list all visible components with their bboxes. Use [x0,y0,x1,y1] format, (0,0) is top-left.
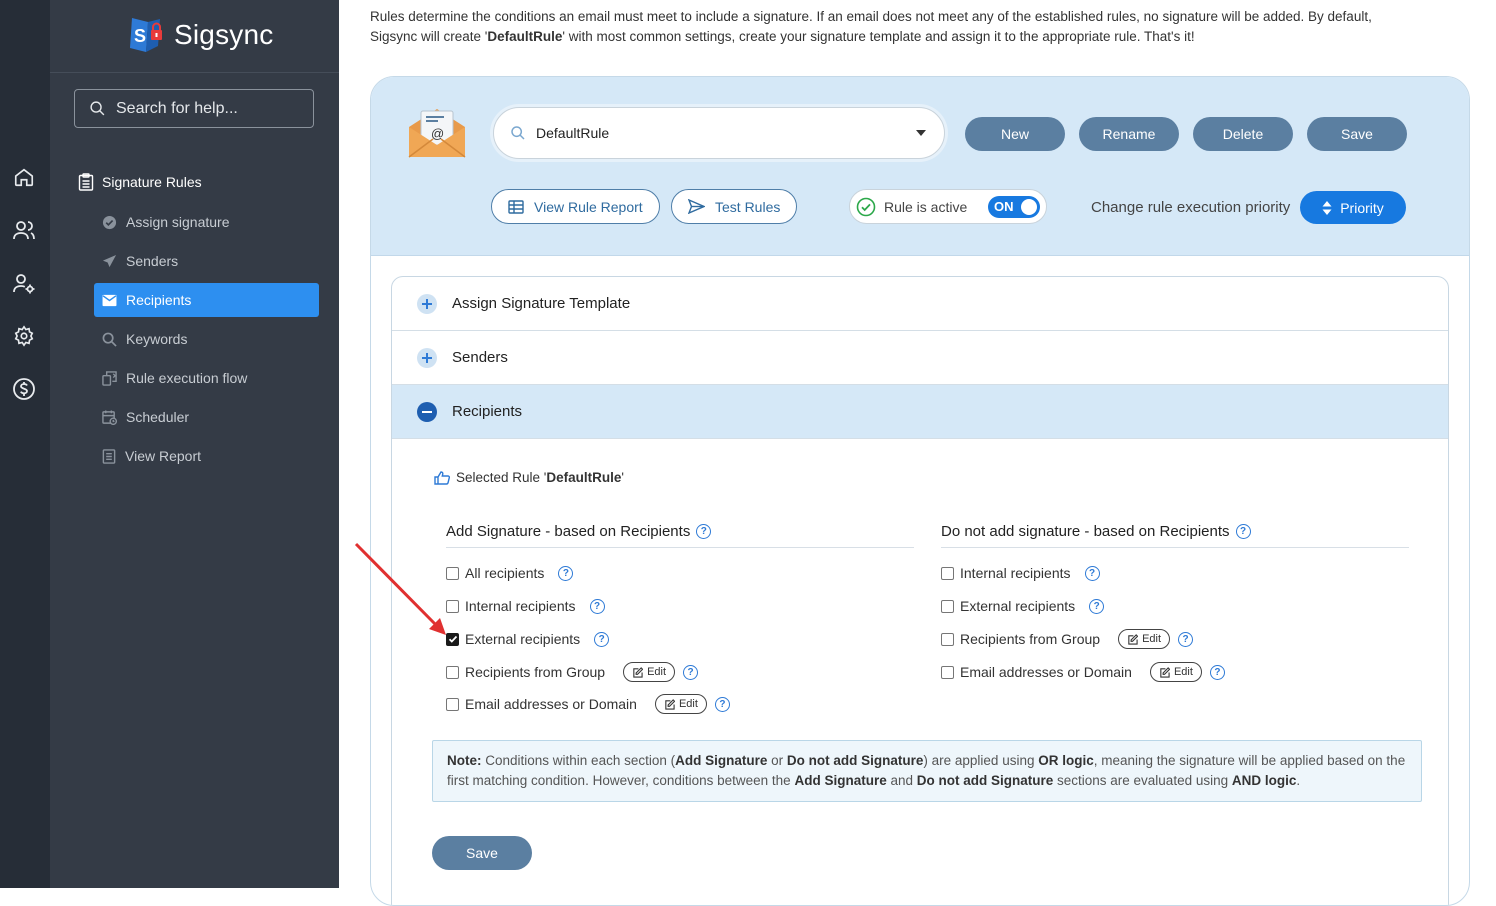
brand-name: Sigsync [174,19,274,50]
sidebar-item-rule-execution-flow[interactable]: Rule execution flow [94,361,319,395]
sidebar-item-senders[interactable]: Senders [94,244,319,278]
sidebar-item-keywords[interactable]: Keywords [94,322,319,356]
envelope-icon [102,294,117,306]
sidebar-item-recipients[interactable]: Recipients [94,283,319,317]
sidebar-item-label: Scheduler [126,409,190,425]
brand-logo[interactable]: S Sigsync [128,16,273,54]
sidebar-item-assign-signature[interactable]: Assign signature [94,205,319,239]
report-icon [102,448,116,464]
sidebar-item-label: Rule execution flow [126,370,248,386]
sidebar: S Sigsync Search for help... Signature R… [50,0,339,888]
sidebar-item-label: Recipients [126,292,192,308]
calendar-clock-icon [102,409,117,425]
main-content: Rules determine the conditions an email … [339,0,1496,906]
sidebar-section-signature-rules[interactable]: Signature Rules [78,173,202,191]
home-icon[interactable] [11,164,37,190]
help-search-input[interactable]: Search for help... [74,89,314,128]
annotation-arrow-icon [354,542,446,635]
user-settings-icon[interactable] [11,270,37,296]
flow-icon [102,370,117,386]
sigsync-logo-icon: S [130,18,162,52]
icon-rail [0,0,50,888]
sidebar-item-label: Assign signature [126,214,230,230]
paper-plane-icon [102,254,117,267]
svg-text:S: S [134,26,146,46]
billing-icon[interactable] [11,376,37,402]
search-placeholder: Search for help... [116,99,238,117]
search-icon [90,101,105,116]
sidebar-item-label: View Report [125,448,202,464]
users-icon[interactable] [11,217,37,243]
sidebar-item-label: Keywords [126,331,188,347]
sidebar-item-scheduler[interactable]: Scheduler [94,400,319,434]
clipboard-list-icon [78,173,94,191]
sidebar-item-label: Senders [126,253,179,269]
sidebar-divider [50,72,339,73]
gear-icon[interactable] [11,323,37,349]
magnifier-icon [102,332,117,347]
sidebar-item-view-report[interactable]: View Report [94,439,319,473]
sidebar-section-label: Signature Rules [102,174,202,190]
check-circle-icon [102,215,117,229]
